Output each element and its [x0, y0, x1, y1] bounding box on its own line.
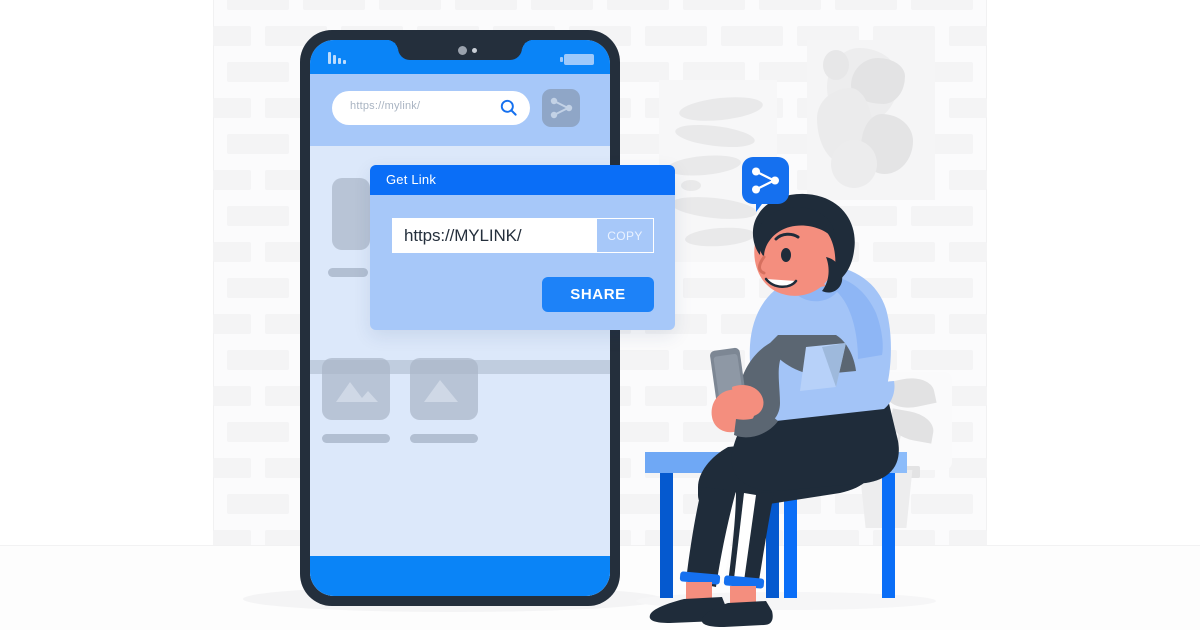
- illustration-canvas: https://mylink/ Get Link https://MYLINK/…: [0, 0, 1200, 630]
- share-button-small[interactable]: [542, 89, 580, 127]
- share-nodes-icon: [550, 97, 573, 119]
- search-icon[interactable]: [499, 98, 518, 117]
- search-placeholder: https://mylink/: [350, 100, 421, 112]
- person-illustration: [649, 193, 899, 627]
- share-nodes-icon: [752, 167, 779, 194]
- share-bubble: [742, 157, 789, 204]
- search-area: https://mylink/: [310, 74, 610, 146]
- eye: [781, 248, 791, 262]
- text-line-left: [322, 434, 390, 443]
- home-bar: [310, 556, 610, 596]
- search-input[interactable]: https://mylink/: [332, 91, 530, 125]
- placeholder-block-upper: [332, 178, 370, 250]
- camera-dot-small-icon: [472, 48, 477, 53]
- battery-icon: [560, 54, 594, 65]
- status-bar: [310, 40, 610, 74]
- text-line-right: [410, 434, 478, 443]
- get-link-dialog: Get Link https://MYLINK/ COPY SHARE: [370, 165, 675, 330]
- copy-button[interactable]: COPY: [596, 218, 654, 253]
- url-value: https://MYLINK/: [404, 226, 522, 245]
- url-field[interactable]: https://MYLINK/ COPY: [392, 218, 654, 253]
- signal-bars-icon: [328, 52, 346, 64]
- placeholder-band: [310, 360, 610, 374]
- share-button-label: SHARE: [570, 286, 626, 303]
- copy-button-label: COPY: [607, 228, 643, 243]
- abstract-art-frame: [807, 40, 935, 200]
- camera-dot-icon: [458, 46, 467, 55]
- dialog-title: Get Link: [386, 172, 437, 187]
- placeholder-line-upper: [328, 268, 368, 277]
- share-button[interactable]: SHARE: [542, 277, 654, 312]
